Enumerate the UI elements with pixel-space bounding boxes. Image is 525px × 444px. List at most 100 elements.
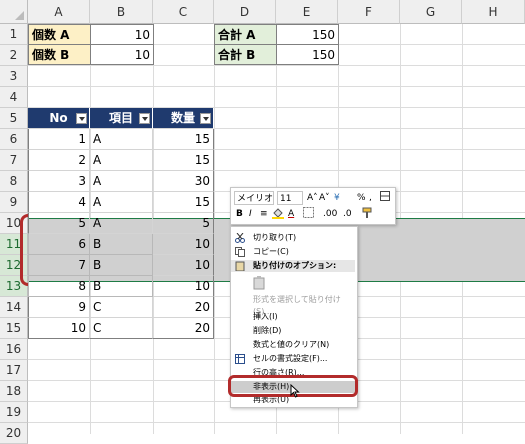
row-header-16[interactable]: 16 (0, 339, 28, 360)
table-cell-item[interactable]: A (90, 171, 153, 192)
select-all-button[interactable] (0, 0, 28, 24)
total-a-value[interactable]: 150 (276, 24, 339, 45)
menu-item-paste-special[interactable]: 形式を選択して貼り付け(S)... (231, 294, 355, 316)
table-cell-no[interactable]: 2 (28, 150, 90, 171)
menu-item-cut[interactable]: 切り取り(T) (231, 232, 355, 244)
paste-button[interactable] (231, 274, 355, 292)
count-a-label: 個数 A (28, 24, 91, 45)
comma-button[interactable]: , (369, 191, 377, 205)
filter-dropdown-icon[interactable] (200, 113, 211, 124)
table-cell-item[interactable]: B (90, 234, 153, 255)
table-cell-no[interactable]: 7 (28, 255, 90, 276)
row-header-18[interactable]: 18 (0, 381, 28, 402)
fill-color-icon[interactable] (272, 207, 284, 221)
table-cell-qty[interactable]: 10 (153, 234, 214, 255)
copy-icon (235, 247, 246, 257)
menu-item-clear[interactable]: 数式と値のクリア(N) (231, 339, 355, 351)
table-cell-qty[interactable]: 15 (153, 150, 214, 171)
currency-button[interactable]: ¥ (334, 191, 344, 205)
total-b-value[interactable]: 150 (276, 44, 339, 65)
bold-button[interactable]: B (236, 207, 244, 221)
total-b-label: 合計 B (214, 44, 277, 65)
table-cell-qty[interactable]: 30 (153, 171, 214, 192)
table-cell-item[interactable]: A (90, 213, 153, 234)
increase-decimal-button[interactable]: .00 (323, 207, 341, 221)
column-header-a[interactable]: A (28, 0, 90, 24)
count-b-value[interactable]: 10 (90, 44, 154, 65)
column-header-g[interactable]: G (400, 0, 462, 24)
menu-item-insert-label: 挿入(I) (253, 312, 278, 321)
table-cell-no[interactable]: 3 (28, 171, 90, 192)
table-cell-item[interactable]: C (90, 297, 153, 318)
spreadsheet: A B C D E F G H 1 2 3 4 5 6 7 8 9 10 11 … (0, 0, 525, 444)
count-b-label: 個数 B (28, 44, 91, 65)
row-header-19[interactable]: 19 (0, 402, 28, 423)
font-name-select[interactable]: メイリオ (234, 191, 274, 205)
table-cell-no[interactable]: 1 (28, 129, 90, 150)
table-cell-item[interactable]: A (90, 150, 153, 171)
row-header-4[interactable]: 4 (0, 87, 28, 108)
italic-button[interactable]: I (249, 207, 257, 221)
row-header-8[interactable]: 8 (0, 171, 28, 192)
selection-bracket-annotation (20, 214, 28, 286)
table-cell-no[interactable]: 5 (28, 213, 90, 234)
table-cell-qty[interactable]: 5 (153, 213, 214, 234)
row-header-3[interactable]: 3 (0, 66, 28, 87)
shrink-font-button[interactable]: A˅ (319, 191, 330, 205)
table-cell-qty[interactable]: 10 (153, 255, 214, 276)
table-cell-item[interactable]: C (90, 318, 153, 339)
table-cell-item[interactable]: A (90, 192, 153, 213)
format-painter-icon[interactable] (362, 207, 374, 221)
row-header-5[interactable]: 5 (0, 108, 28, 129)
table-header-qty: 数量 (153, 108, 214, 129)
column-header-e[interactable]: E (276, 0, 338, 24)
table-cell-no[interactable]: 10 (28, 318, 90, 339)
column-header-d[interactable]: D (214, 0, 276, 24)
column-header-c[interactable]: C (153, 0, 214, 24)
borders-icon[interactable] (303, 207, 315, 221)
grow-font-button[interactable]: A˄ (307, 191, 318, 205)
table-cell-no[interactable]: 4 (28, 192, 90, 213)
table-cell-item[interactable]: A (90, 129, 153, 150)
menu-item-insert[interactable]: 挿入(I) (231, 311, 355, 323)
table-cell-qty[interactable]: 20 (153, 318, 214, 339)
table-cell-qty[interactable]: 10 (153, 276, 214, 297)
filter-dropdown-icon[interactable] (76, 113, 87, 124)
row-header-9[interactable]: 9 (0, 192, 28, 213)
table-cell-no[interactable]: 6 (28, 234, 90, 255)
clipboard-icon (235, 261, 246, 272)
align-button[interactable]: ≡ (260, 207, 269, 221)
paste-clipboard-icon (253, 276, 265, 294)
format-cells-icon (235, 354, 246, 364)
percent-button[interactable]: % (357, 191, 367, 205)
filter-applied-icon[interactable] (139, 113, 150, 124)
menu-item-delete-label: 削除(D) (253, 326, 282, 335)
row-header-2[interactable]: 2 (0, 45, 28, 66)
format-painter-grid-icon[interactable] (380, 191, 391, 205)
menu-item-delete[interactable]: 削除(D) (231, 325, 355, 337)
table-cell-item[interactable]: B (90, 276, 153, 297)
column-header-h[interactable]: H (462, 0, 525, 24)
column-header-f[interactable]: F (338, 0, 400, 24)
table-cell-qty[interactable]: 15 (153, 192, 214, 213)
decrease-decimal-button[interactable]: .0 (343, 207, 359, 221)
table-cell-no[interactable]: 9 (28, 297, 90, 318)
column-header-b[interactable]: B (90, 0, 153, 24)
font-color-button[interactable]: A (288, 207, 298, 221)
table-cell-qty[interactable]: 20 (153, 297, 214, 318)
font-size-select[interactable]: 11 (277, 191, 303, 205)
row-header-17[interactable]: 17 (0, 360, 28, 381)
row-header-1[interactable]: 1 (0, 24, 28, 45)
row-header-14[interactable]: 14 (0, 297, 28, 318)
menu-item-copy-label: コピー(C) (253, 247, 289, 256)
menu-item-copy[interactable]: コピー(C) (231, 246, 355, 258)
row-header-6[interactable]: 6 (0, 129, 28, 150)
table-cell-no[interactable]: 8 (28, 276, 90, 297)
menu-item-format-cells[interactable]: セルの書式設定(F)... (231, 353, 355, 365)
paste-options-header: 貼り付けのオプション: (231, 260, 355, 272)
count-a-value[interactable]: 10 (90, 24, 154, 45)
table-cell-qty[interactable]: 15 (153, 129, 214, 150)
row-header-15[interactable]: 15 (0, 318, 28, 339)
table-cell-item[interactable]: B (90, 255, 153, 276)
row-header-7[interactable]: 7 (0, 150, 28, 171)
